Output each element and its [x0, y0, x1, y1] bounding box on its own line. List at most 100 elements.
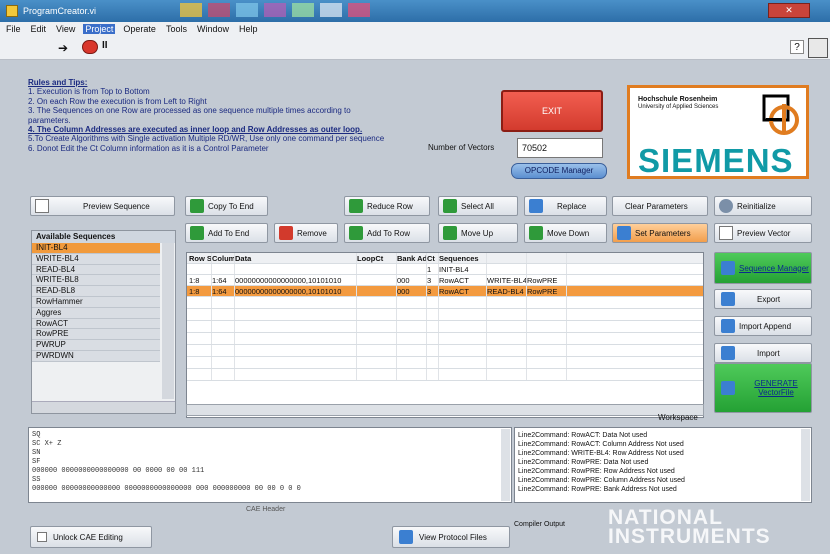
clear-parameters-button[interactable]: Clear Parameters: [612, 196, 708, 216]
table-row[interactable]: [187, 333, 703, 345]
preview-sequence-button[interactable]: Preview Sequence: [30, 196, 175, 216]
compiler-output-label: Compiler Output: [514, 521, 565, 528]
siemens-logo: SIEMENS: [638, 142, 794, 179]
search-icon: [399, 530, 413, 544]
list-item[interactable]: RowPRE: [32, 329, 160, 341]
table-row[interactable]: [187, 357, 703, 369]
menu-bar: File Edit View Project Operate Tools Win…: [0, 22, 830, 36]
arrow-down-icon: [529, 226, 543, 240]
generate-icon: [721, 381, 735, 395]
column-header: Sequences: [439, 253, 487, 263]
preview-vector-button[interactable]: Preview Vector: [714, 223, 812, 243]
cae-header-text[interactable]: SQ SC X+ Z SN SF 000000 0000000000000000 00 …: [28, 427, 512, 503]
menu-edit[interactable]: Edit: [29, 24, 49, 34]
add-row-icon: [349, 226, 363, 240]
workspace-table[interactable]: Row Sel Column Data LoopCt Bank Adr Ct S…: [186, 252, 704, 418]
list-item[interactable]: READ-BL4: [32, 264, 160, 276]
import-button[interactable]: Import: [714, 343, 812, 363]
add-to-end-button[interactable]: Add To End: [185, 223, 268, 243]
table-row[interactable]: [187, 309, 703, 321]
table-row[interactable]: 1:8 1:64 00000000000000000,10101010 000 3 Row…: [187, 275, 703, 286]
remove-button[interactable]: Remove: [274, 223, 338, 243]
arrow-up-icon: [443, 226, 457, 240]
copy-icon: [190, 199, 204, 213]
menu-view[interactable]: View: [54, 24, 77, 34]
table-row[interactable]: [187, 321, 703, 333]
national-instruments-watermark: NATIONAL INSTRUMENTS: [608, 506, 771, 548]
menu-file[interactable]: File: [4, 24, 23, 34]
compiler-output[interactable]: Line2Command: RowACT: Data Not used Line2…: [514, 427, 812, 503]
table-row[interactable]: [187, 345, 703, 357]
rules-and-tips: Rules and Tips: 1. Execution is from Top…: [28, 78, 390, 153]
menu-operate[interactable]: Operate: [121, 24, 158, 34]
rules-heading: Rules and Tips:: [28, 78, 88, 87]
run-arrow-icon[interactable]: ➔: [58, 41, 68, 55]
column-header: Data: [235, 253, 357, 263]
list-item[interactable]: INIT-BL4: [32, 243, 160, 254]
window-close-button[interactable]: ✕: [768, 3, 810, 18]
select-all-button[interactable]: Select All: [438, 196, 518, 216]
move-down-button[interactable]: Move Down: [524, 223, 607, 243]
import-append-icon: [721, 319, 735, 333]
vertical-scrollbar[interactable]: [801, 429, 810, 501]
menu-tools[interactable]: Tools: [164, 24, 189, 34]
reduce-row-button[interactable]: Reduce Row: [344, 196, 430, 216]
replace-button[interactable]: Replace: [524, 196, 607, 216]
table-horizontal-scrollbar[interactable]: [186, 404, 704, 416]
menu-help[interactable]: Help: [237, 24, 260, 34]
available-sequences-list[interactable]: Available Sequences INIT-BL4 WRITE-BL4 R…: [31, 230, 176, 414]
column-header: LoopCt: [357, 253, 397, 263]
vertical-scrollbar[interactable]: [162, 243, 174, 399]
add-icon: [190, 226, 204, 240]
list-item[interactable]: RowACT: [32, 318, 160, 330]
taskbar-tiles: [180, 3, 370, 17]
menu-window[interactable]: Window: [195, 24, 231, 34]
toolbar: ➔ II ?: [0, 36, 830, 60]
add-to-row-button[interactable]: Add To Row: [344, 223, 430, 243]
unlock-cae-editing-button[interactable]: Unlock CAE Editing: [30, 526, 152, 548]
exit-button[interactable]: EXIT: [501, 90, 603, 132]
copy-to-end-button[interactable]: Copy To End: [185, 196, 268, 216]
column-header: [527, 253, 567, 263]
move-up-button[interactable]: Move Up: [438, 223, 518, 243]
window-title: ProgramCreator.vi: [23, 6, 97, 16]
list-item[interactable]: PWRUP: [32, 340, 160, 351]
table-row[interactable]: [187, 369, 703, 381]
vectors-field[interactable]: 70502: [517, 138, 603, 158]
remove-icon: [279, 226, 293, 240]
list-item[interactable]: READ-BL8: [32, 286, 160, 297]
import-icon: [721, 346, 735, 360]
export-button[interactable]: Export: [714, 289, 812, 309]
pause-icon[interactable]: II: [102, 40, 108, 51]
sequence-manager-button[interactable]: Sequence Manager: [714, 252, 812, 284]
set-parameters-button[interactable]: Set Parameters: [612, 223, 708, 243]
list-item[interactable]: WRITE-BL8: [32, 275, 160, 287]
list-item[interactable]: WRITE-BL4: [32, 253, 160, 265]
gear-icon: [719, 199, 733, 213]
table-row[interactable]: [187, 297, 703, 309]
column-header: Row Sel: [189, 253, 212, 263]
import-append-button[interactable]: Import Append: [714, 316, 812, 336]
title-bar: ProgramCreator.vi ✕: [0, 0, 830, 22]
horizontal-scrollbar[interactable]: [32, 401, 175, 413]
list-item[interactable]: PWRDWN: [32, 350, 160, 362]
column-header: Ct: [427, 253, 439, 263]
menu-project[interactable]: Project: [83, 24, 116, 34]
school-name: Hochschule Rosenheim University of Applie…: [638, 96, 719, 110]
view-protocol-files-button[interactable]: View Protocol Files: [392, 526, 510, 548]
help-icon[interactable]: ?: [790, 40, 804, 54]
table-row[interactable]: 1 INIT-BL4: [187, 264, 703, 275]
opcode-manager-button[interactable]: OPCODE Manager: [511, 163, 607, 179]
table-row-selected[interactable]: 1:8 1:64 00000000000000000,10101010 000 3 Row…: [187, 286, 703, 297]
generate-vectorfile-button[interactable]: GENERATE VectorFile: [714, 363, 812, 413]
reinitialize-button[interactable]: Reinitialize: [714, 196, 812, 216]
select-all-icon: [443, 199, 457, 213]
abort-icon[interactable]: [82, 40, 98, 54]
list-item[interactable]: Aggres: [32, 307, 160, 319]
manager-icon: [721, 261, 735, 275]
list-item[interactable]: RowHammer: [32, 296, 160, 308]
checkbox[interactable]: [37, 532, 47, 542]
app-icon: [6, 5, 18, 17]
vertical-scrollbar[interactable]: [501, 429, 510, 501]
reduce-icon: [349, 199, 363, 213]
